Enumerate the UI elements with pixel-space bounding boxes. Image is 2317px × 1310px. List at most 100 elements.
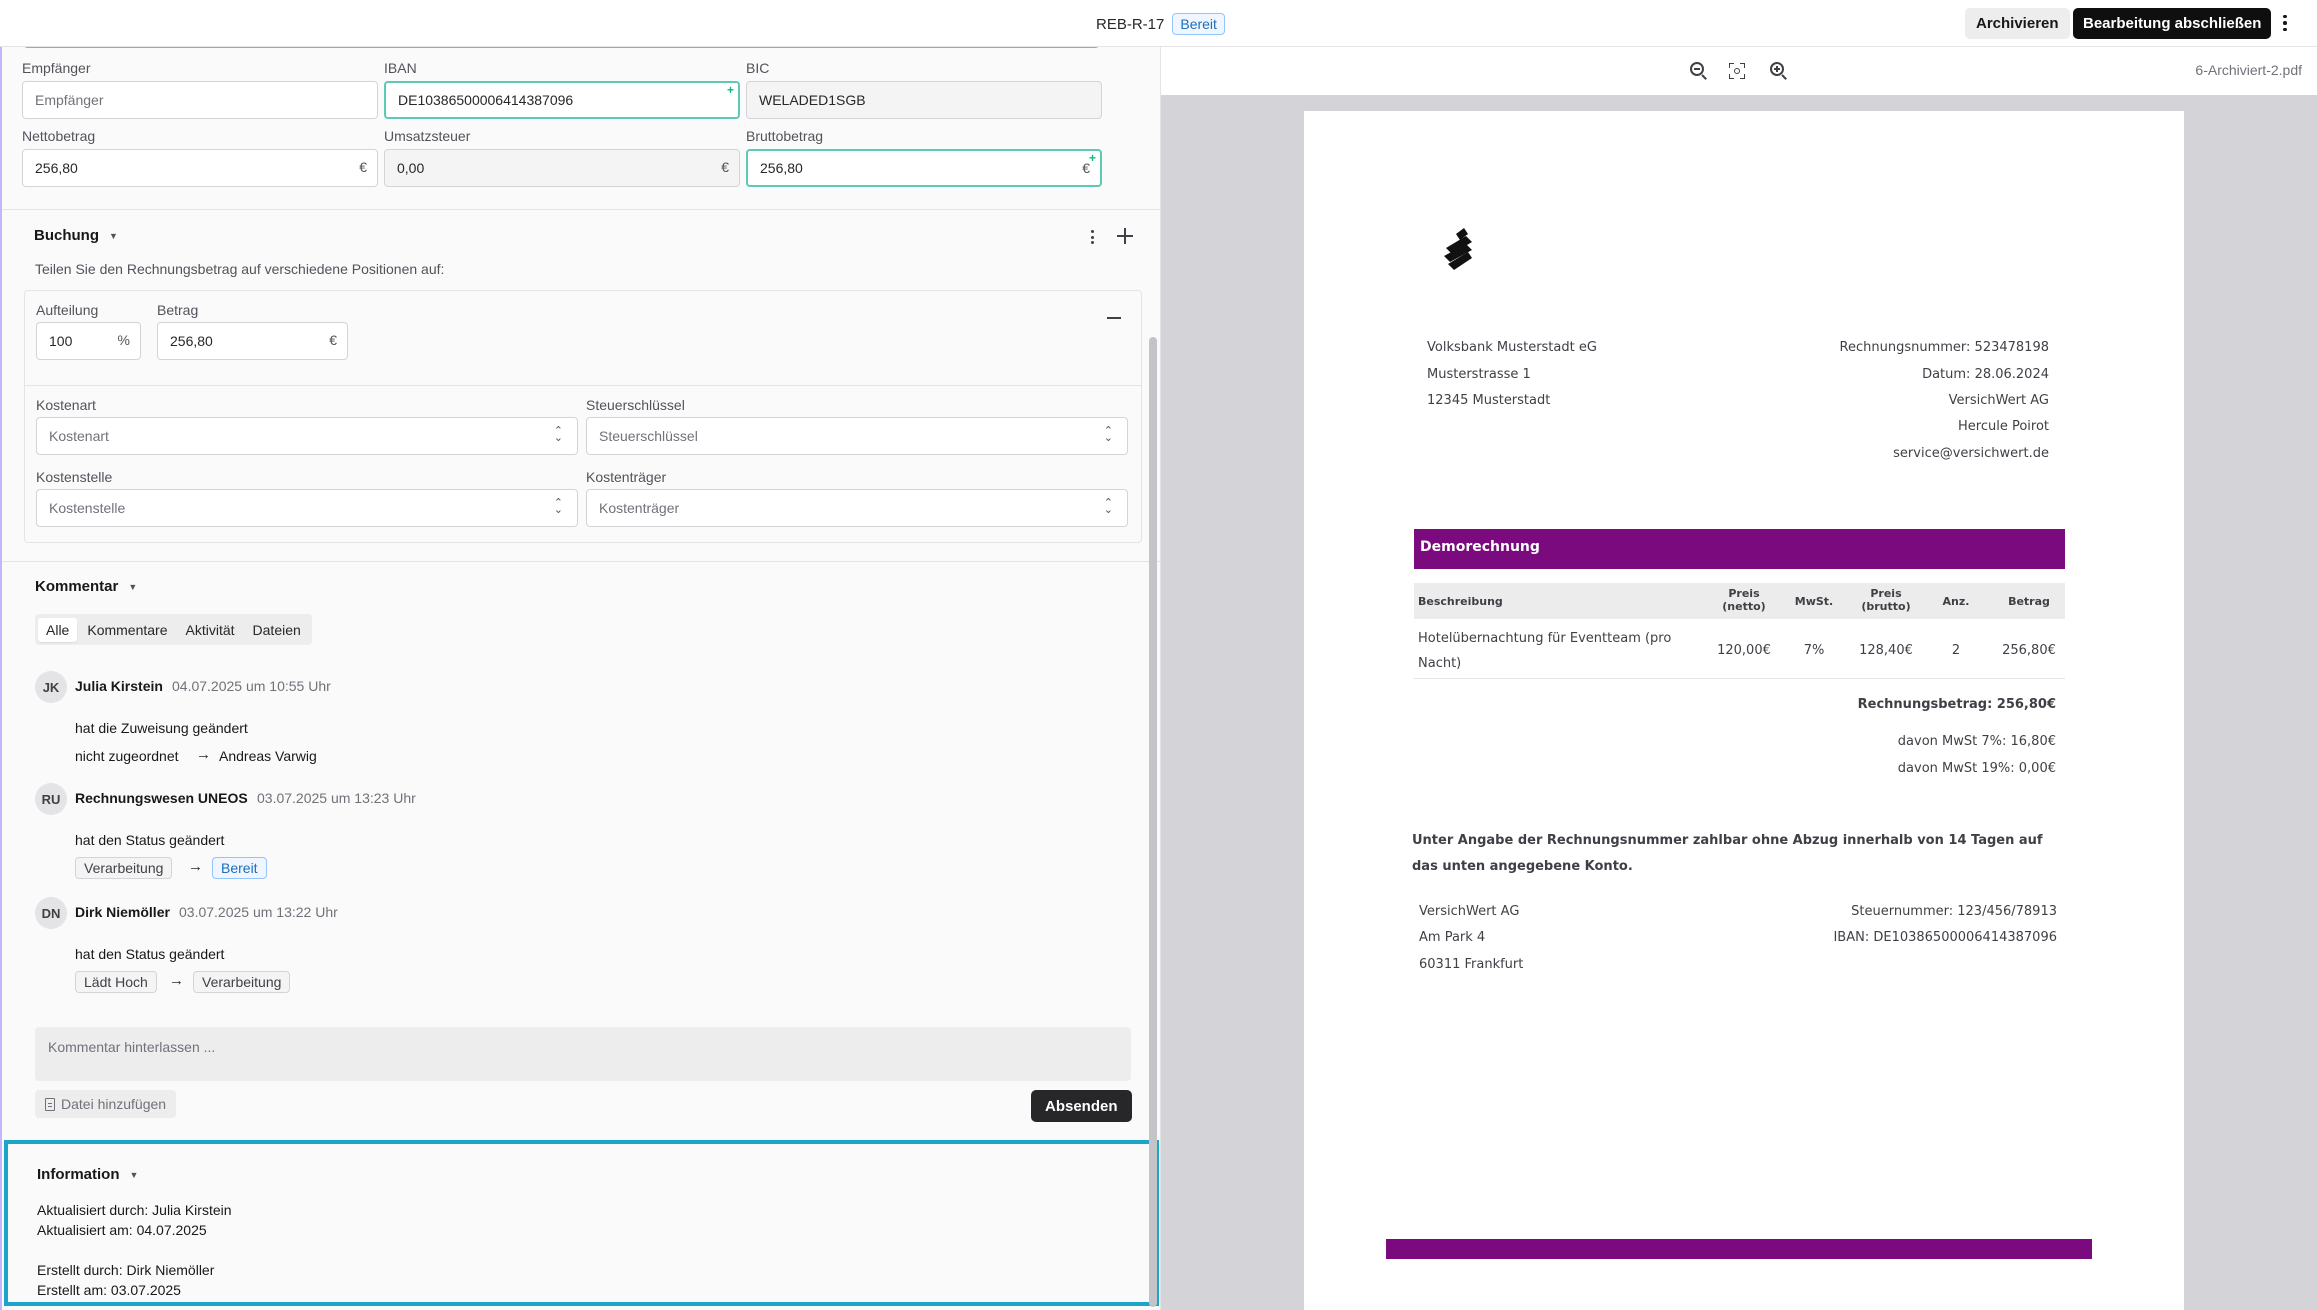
status-chip: Verarbeitung — [193, 971, 291, 993]
iban-label: IBAN — [384, 60, 417, 76]
bic-input[interactable]: WELADED1SGB — [746, 81, 1102, 119]
send-button[interactable]: Absenden — [1031, 1090, 1132, 1122]
pdf-sender-line: Volksbank Musterstadt eG — [1427, 340, 1597, 355]
pdf-meta-line: Datum: 28.06.2024 — [1922, 367, 2049, 382]
pdf-meta-line: Hercule Poirot — [1957, 419, 2049, 434]
activity-from: nicht zugeordnet — [75, 748, 179, 764]
pdf-total: Rechnungsbetrag: 256,80€ — [1857, 697, 2056, 712]
add-position-icon[interactable] — [1116, 227, 1134, 245]
currency-suffix: € — [359, 159, 367, 175]
more-options-icon[interactable] — [2277, 12, 2293, 34]
zoom-out-icon[interactable] — [1690, 62, 1708, 80]
amount-label: Betrag — [157, 302, 199, 318]
caret-down-icon: ▼ — [109, 230, 118, 241]
document-id: REB-R-17 — [1096, 15, 1165, 33]
pdf-item-gross: 128,40€ — [1859, 643, 1913, 658]
tax-key-select[interactable]: Steuerschlüssel ⌃ ⌄ — [586, 417, 1128, 455]
zoom-in-icon[interactable] — [1770, 62, 1788, 80]
cost-center-select[interactable]: Kostenstelle ⌃ ⌄ — [36, 489, 578, 527]
updated-by: Aktualisiert durch: Julia Kirstein — [37, 1202, 232, 1218]
pdf-th: Preis (brutto) — [1861, 587, 1911, 613]
created-at: Erstellt am: 03.07.2025 — [37, 1282, 181, 1298]
pdf-th: Anz. — [1942, 595, 1970, 608]
pdf-vat7: davon MwSt 7%: 16,80€ — [1897, 734, 2056, 749]
pdf-item-description: Hotelübernachtung für Eventteam (pro — [1418, 631, 1672, 646]
pdf-meta-line: Rechnungsnummer: 523478198 — [1839, 340, 2049, 355]
status-chip: Bereit — [212, 857, 267, 879]
iban-input[interactable]: DE10386500006414387096 + — [384, 81, 740, 119]
pdf-page: Volksbank Musterstadt eG Musterstrasse 1… — [1304, 111, 2184, 1310]
bank-logo — [1444, 228, 1472, 270]
status-chip: Lädt Hoch — [75, 971, 157, 993]
caret-down-icon: ▼ — [128, 581, 138, 592]
scrollbar[interactable] — [1149, 337, 1157, 1307]
comment-input[interactable]: Kommentar hinterlassen ... — [35, 1027, 1131, 1081]
pdf-item-qty: 2 — [1951, 643, 1961, 658]
add-file-button[interactable]: Datei hinzufügen — [35, 1090, 177, 1118]
percent-suffix: % — [117, 332, 130, 348]
chevron-updown-icon: ⌃ ⌄ — [1103, 497, 1113, 516]
chevron-updown-icon: ⌃ ⌄ — [1103, 425, 1113, 444]
ai-filled-icon: + — [1088, 151, 1096, 165]
split-value: 100 — [49, 333, 73, 349]
fit-page-icon[interactable] — [1729, 63, 1745, 79]
avatar: RU — [35, 783, 67, 815]
ai-filled-icon: + — [726, 83, 734, 97]
pdf-footer-line: Am Park 4 — [1419, 930, 1486, 945]
invoice-form-pane[interactable]: Empfänger Empfänger IBAN DE1038650000641… — [0, 47, 1160, 1310]
recipient-input[interactable]: Empfänger — [22, 81, 378, 119]
activity-to: Andreas Varwig — [219, 748, 317, 764]
information-toggle[interactable]: Information ▼ — [37, 1166, 138, 1183]
gross-amount-label: Bruttobetrag — [746, 128, 824, 144]
updated-at: Aktualisiert am: 04.07.2025 — [37, 1222, 207, 1238]
finish-editing-button[interactable]: Bearbeitung abschließen — [2073, 8, 2272, 39]
chevron-updown-icon: ⌃ ⌄ — [553, 425, 563, 444]
vat-input[interactable]: 0,00 € — [384, 149, 740, 187]
remove-position-icon[interactable] — [1107, 317, 1121, 319]
pdf-footer-line: Steuernummer: 123/456/78913 — [1851, 904, 2057, 919]
caret-down-icon: ▼ — [129, 1169, 139, 1180]
amount-input[interactable]: 256,80 € — [157, 322, 348, 360]
net-amount-label: Nettobetrag — [22, 128, 96, 144]
pdf-item-description: Nacht) — [1418, 656, 1462, 671]
avatar: JK — [35, 671, 67, 703]
gross-amount-value: 256,80 — [760, 160, 803, 176]
split-input[interactable]: 100 % — [36, 322, 141, 360]
activity-author: Dirk Niemöller — [75, 904, 170, 920]
activity-text: hat die Zuweisung geändert — [75, 720, 248, 736]
pdf-sender-line: Musterstrasse 1 — [1427, 367, 1531, 382]
tab-all[interactable]: Alle — [38, 617, 78, 642]
tab-comments[interactable]: Kommentare — [79, 618, 175, 642]
divider — [2, 209, 1160, 210]
cost-type-select[interactable]: Kostenart ⌃ ⌄ — [36, 417, 578, 455]
booking-section-toggle[interactable]: Buchung ▼ — [34, 227, 118, 244]
tab-files[interactable]: Dateien — [245, 618, 309, 642]
pdf-row-divider — [1414, 678, 2065, 679]
arrow-right-icon: → — [188, 858, 203, 875]
created-by: Erstellt durch: Dirk Niemöller — [37, 1262, 215, 1278]
pdf-viewer: 6-Archiviert-2.pdf Volksbank Musterstadt… — [1160, 47, 2317, 1310]
pdf-th: MwSt. — [1794, 595, 1834, 608]
net-amount-value: 256,80 — [35, 160, 78, 176]
comment-section-toggle[interactable]: Kommentar ▼ — [35, 578, 137, 595]
status-chip: Verarbeitung — [75, 857, 173, 879]
pdf-footer-bar — [1386, 1239, 2092, 1259]
tax-key-placeholder: Steuerschlüssel — [599, 428, 698, 444]
arrow-right-icon: → — [196, 746, 211, 763]
cost-unit-select[interactable]: Kostenträger ⌃ ⌄ — [586, 489, 1128, 527]
bic-label: BIC — [746, 60, 770, 76]
recipient-label: Empfänger — [22, 60, 91, 76]
archive-button[interactable]: Archivieren — [1965, 8, 2070, 39]
tab-activity[interactable]: Aktivität — [178, 618, 243, 642]
file-name: 6-Archiviert-2.pdf — [2195, 62, 2302, 78]
pdf-item-net: 120,00€ — [1717, 643, 1771, 658]
pdf-vat19: davon MwSt 19%: 0,00€ — [1897, 761, 2056, 776]
pdf-terms: Unter Angabe der Rechnungsnummer zahlbar… — [1412, 833, 2043, 848]
net-amount-input[interactable]: 256,80 € — [22, 149, 378, 187]
pdf-footer-line: 60311 Frankfurt — [1419, 957, 1524, 972]
booking-more-icon[interactable] — [1087, 227, 1097, 247]
vat-label: Umsatzsteuer — [384, 128, 471, 144]
booking-title: Buchung — [34, 227, 99, 244]
activity-text: hat den Status geändert — [75, 832, 225, 848]
gross-amount-input[interactable]: 256,80 € + — [746, 149, 1102, 187]
